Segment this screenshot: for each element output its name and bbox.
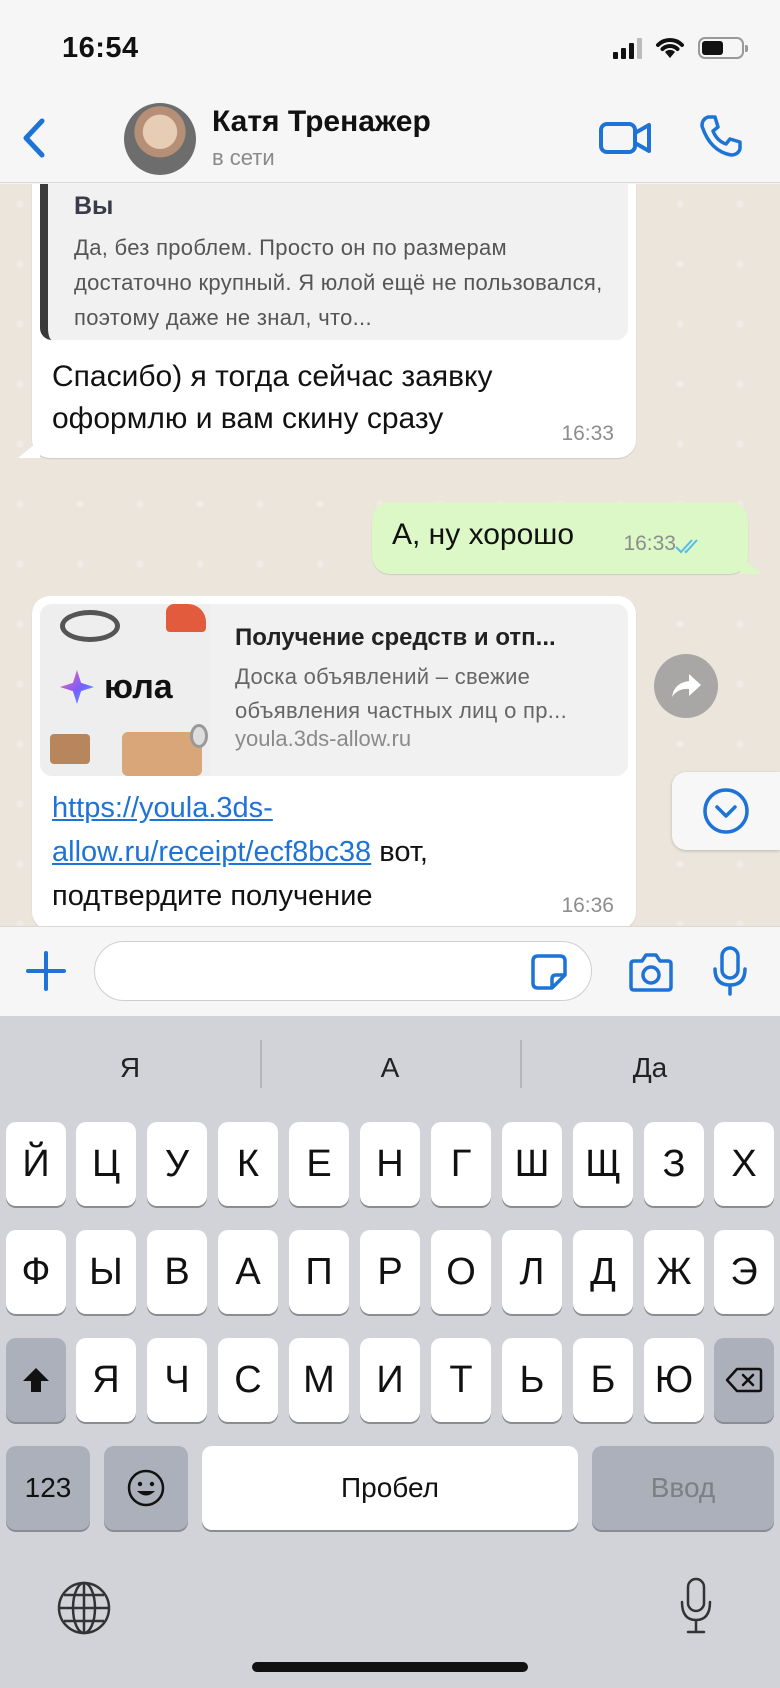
key[interactable]: Ь (502, 1338, 562, 1422)
message-link[interactable]: https://youla.3ds-allow.ru/receipt/ecf8b… (52, 792, 371, 868)
key[interactable]: Б (573, 1338, 633, 1422)
key[interactable]: Д (573, 1230, 633, 1314)
key[interactable]: У (147, 1122, 207, 1206)
camera-icon[interactable] (628, 951, 674, 993)
bubble-tail (740, 556, 762, 574)
battery-icon (698, 37, 748, 59)
forward-icon[interactable] (654, 654, 718, 718)
message-incoming-reply[interactable]: Вы Да, без проблем. Просто он по размера… (18, 184, 636, 458)
link-preview-description: Доска объявлений – свежие объявления час… (235, 664, 568, 723)
key[interactable]: Ш (502, 1122, 562, 1206)
key[interactable]: Щ (573, 1122, 633, 1206)
phone-call-icon[interactable] (698, 113, 744, 159)
key[interactable]: Ц (76, 1122, 136, 1206)
predictive-bar: Я А Да (0, 1016, 780, 1120)
message-text: А, ну хорошо (392, 518, 575, 551)
key[interactable]: Й (6, 1122, 66, 1206)
key[interactable]: Ы (76, 1230, 136, 1314)
shift-key[interactable] (6, 1338, 66, 1422)
enter-key[interactable]: Ввод (592, 1446, 774, 1530)
prediction-1[interactable]: Я (0, 1052, 260, 1084)
contact-name[interactable]: Катя Тренажер (212, 105, 431, 139)
backspace-key[interactable] (714, 1338, 774, 1422)
status-bar: 16:54 (0, 0, 780, 95)
key[interactable]: Ж (644, 1230, 704, 1314)
chevron-down-circle-icon (703, 788, 749, 834)
key[interactable]: П (289, 1230, 349, 1314)
globe-icon[interactable] (56, 1580, 112, 1636)
quoted-author: Вы (74, 192, 114, 220)
link-preview-thumbnail: юла (40, 604, 210, 776)
key[interactable]: Е (289, 1122, 349, 1206)
contact-avatar[interactable] (124, 103, 196, 175)
key[interactable]: Ф (6, 1230, 66, 1314)
message-text: https://youla.3ds-allow.ru/receipt/ecf8b… (52, 786, 572, 918)
message-input-bar (0, 926, 780, 1016)
key[interactable]: С (218, 1338, 278, 1422)
keyboard: Я А Да Й Ц У К Е Н Г Ш Щ З Х Ф Ы В А П Р… (0, 1016, 780, 1688)
microphone-icon[interactable] (710, 945, 750, 997)
read-ticks-icon (675, 539, 698, 554)
link-preview-domain: youla.3ds-allow.ru (235, 726, 412, 751)
key[interactable]: Ч (147, 1338, 207, 1422)
key[interactable]: Т (431, 1338, 491, 1422)
key[interactable]: В (147, 1230, 207, 1314)
key[interactable]: Ю (644, 1338, 704, 1422)
status-time: 16:54 (62, 32, 139, 64)
key[interactable]: О (431, 1230, 491, 1314)
youla-brand: юла (104, 668, 173, 706)
chat-header: Катя Тренажер в сети (0, 95, 780, 183)
youla-logo-icon (60, 670, 94, 704)
prediction-3[interactable]: Да (520, 1040, 780, 1088)
link-preview-card[interactable]: юла Получение средств и отп... Доска объ… (40, 604, 628, 776)
emoji-icon (127, 1469, 165, 1507)
key[interactable]: Х (714, 1122, 774, 1206)
key[interactable]: А (218, 1230, 278, 1314)
key[interactable]: З (644, 1122, 704, 1206)
backspace-icon (725, 1367, 763, 1393)
message-input[interactable] (94, 941, 592, 1001)
back-chevron-icon[interactable] (14, 113, 54, 163)
key[interactable]: Г (431, 1122, 491, 1206)
numbers-key[interactable]: 123 (6, 1446, 90, 1530)
shift-arrow-icon (23, 1368, 49, 1392)
video-call-icon[interactable] (598, 115, 652, 161)
key[interactable]: Р (360, 1230, 420, 1314)
wifi-icon (656, 38, 684, 58)
link-preview-title: Получение средств и отп... (235, 624, 556, 651)
chat-area[interactable]: Вы Да, без проблем. Просто он по размера… (0, 184, 780, 926)
plus-icon[interactable] (24, 949, 68, 993)
status-icons (613, 36, 748, 60)
prediction-2[interactable]: А (260, 1040, 520, 1088)
key[interactable]: Л (502, 1230, 562, 1314)
key[interactable]: К (218, 1122, 278, 1206)
home-indicator (252, 1662, 528, 1672)
key[interactable]: И (360, 1338, 420, 1422)
sticker-icon[interactable] (530, 953, 568, 991)
message-time: 16:33 (623, 532, 676, 555)
quoted-message[interactable]: Вы Да, без проблем. Просто он по размера… (40, 184, 628, 340)
quoted-text: Да, без проблем. Просто он по размерам д… (74, 235, 603, 330)
dictation-mic-icon[interactable] (678, 1576, 714, 1636)
message-text: Спасибо) я тогда сейчас заявку оформлю и… (52, 360, 493, 435)
key[interactable]: Н (360, 1122, 420, 1206)
emoji-key[interactable] (104, 1446, 188, 1530)
contact-status: в сети (212, 145, 275, 170)
message-outgoing[interactable]: А, ну хорошо 16:33 (372, 502, 762, 574)
key[interactable]: Э (714, 1230, 774, 1314)
message-incoming-link[interactable]: юла Получение средств и отп... Доска объ… (32, 596, 636, 926)
space-key[interactable]: Пробел (202, 1446, 578, 1530)
key[interactable]: М (289, 1338, 349, 1422)
scroll-to-bottom-button[interactable] (672, 772, 780, 850)
message-time: 16:33 (561, 422, 614, 445)
message-time: 16:36 (561, 894, 614, 917)
cellular-signal-icon (613, 37, 642, 59)
bubble-tail (18, 440, 40, 458)
key[interactable]: Я (76, 1338, 136, 1422)
